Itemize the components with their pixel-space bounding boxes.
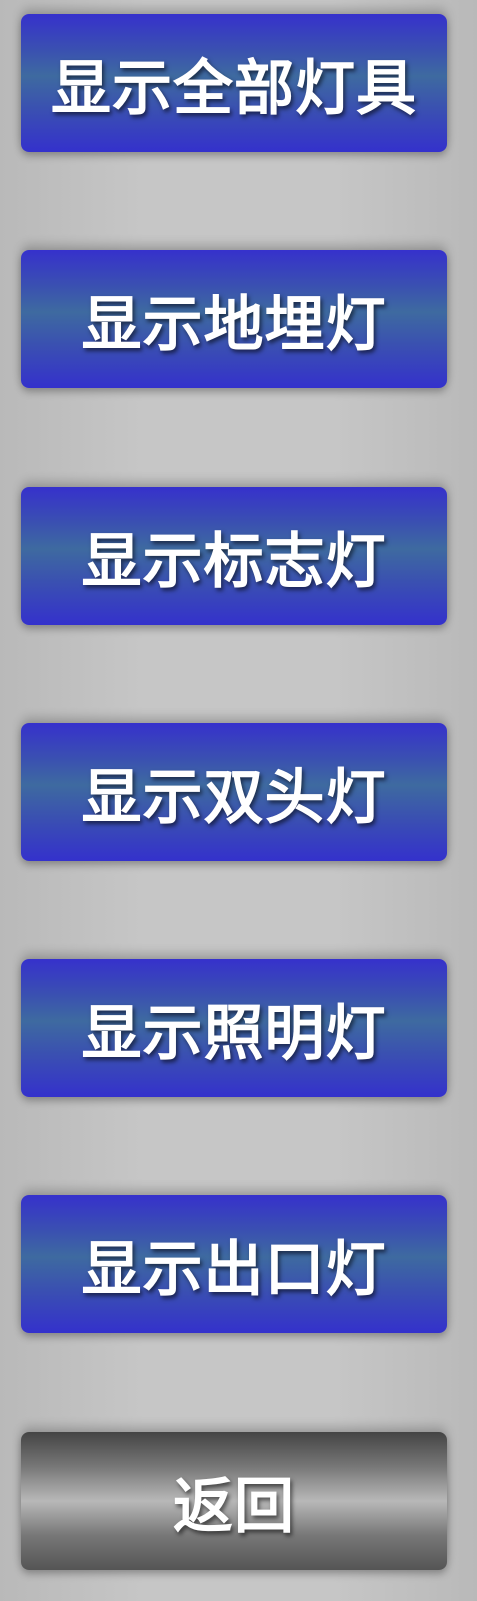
show-lighting-lamps-label: 显示照明灯 <box>81 998 387 1069</box>
show-all-lamps-button[interactable]: 显示全部灯具 <box>21 14 447 152</box>
back-button-label: 返回 <box>173 1471 295 1542</box>
back-button[interactable]: 返回 <box>21 1432 447 1570</box>
show-inground-lights-label: 显示地埋灯 <box>81 289 387 360</box>
show-lighting-lamps-button[interactable]: 显示照明灯 <box>21 959 447 1097</box>
show-exit-lights-label: 显示出口灯 <box>81 1234 387 1305</box>
show-sign-lights-label: 显示标志灯 <box>81 526 387 597</box>
show-twin-head-lights-button[interactable]: 显示双头灯 <box>21 723 447 861</box>
show-exit-lights-button[interactable]: 显示出口灯 <box>21 1195 447 1333</box>
show-all-lamps-label: 显示全部灯具 <box>51 53 417 124</box>
show-twin-head-lights-label: 显示双头灯 <box>81 762 387 833</box>
show-sign-lights-button[interactable]: 显示标志灯 <box>21 487 447 625</box>
lamp-filter-menu: 显示全部灯具 显示地埋灯 显示标志灯 显示双头灯 显示照明灯 显示出口灯 返回 <box>0 0 477 1601</box>
show-inground-lights-button[interactable]: 显示地埋灯 <box>21 250 447 388</box>
